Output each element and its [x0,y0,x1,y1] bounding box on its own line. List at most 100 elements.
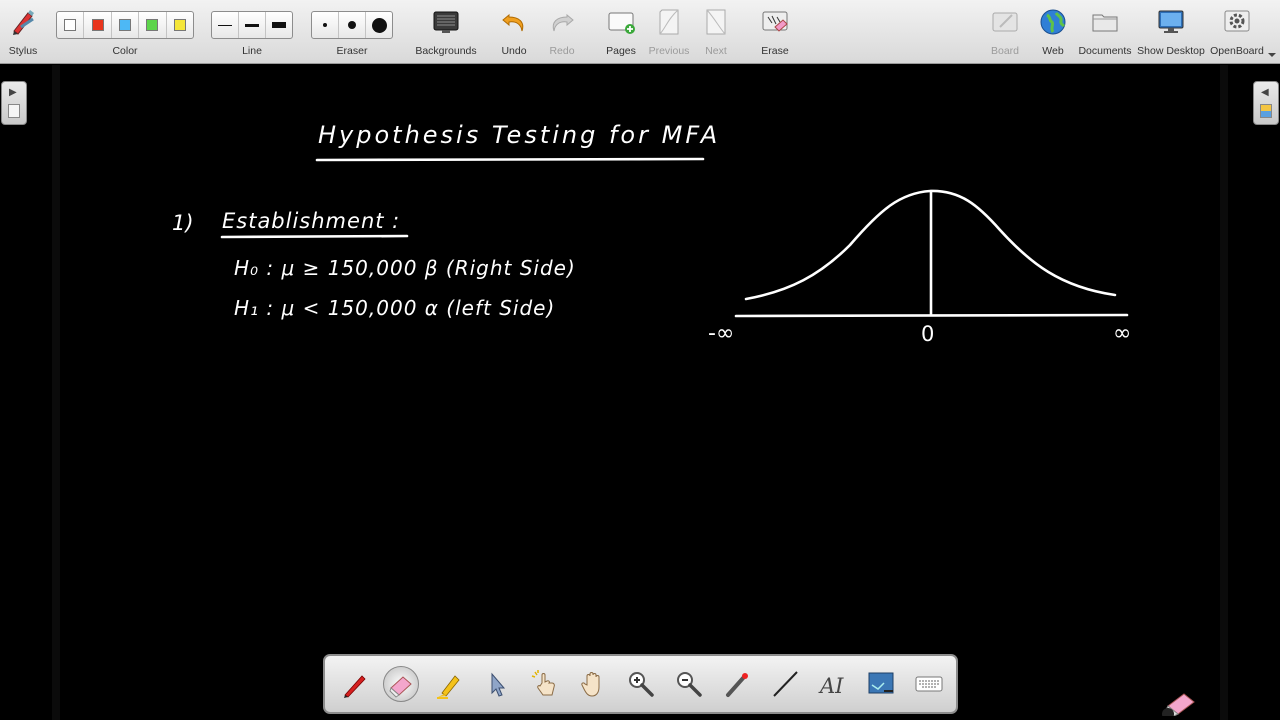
capture-tool-button[interactable] [863,666,899,702]
library-panel-toggle[interactable]: ◀ [1253,81,1279,125]
text-icon: AI [818,674,844,698]
marker-tool-button[interactable] [431,666,467,702]
color-swatch-yellow[interactable] [167,12,193,38]
null-hypothesis: H₀ : μ ≥ 150,000 β (Right Side) [234,256,576,280]
eraser-size-selector [311,11,393,39]
documents-label: Documents [1078,45,1132,57]
board-icon [990,7,1020,37]
virtual-keyboard-tool-button[interactable] [911,666,947,702]
whiteboard-canvas[interactable]: Hypothesis Testing for MFA 1) Establishm… [0,65,1280,720]
color-swatch-red[interactable] [84,12,112,38]
ink-layer [220,157,1129,318]
laser-pointer-tool-button[interactable] [719,666,755,702]
erase-icon [760,7,790,37]
page-navigator-toggle[interactable]: ▶ [1,81,27,125]
alternative-hypothesis: H₁ : μ < 150,000 α (left Side) [234,296,556,320]
eraser-icon [389,676,412,698]
show-desktop-button[interactable]: Show Desktop [1136,4,1206,60]
svg-text:AI: AI [818,674,844,698]
selector-tool-button[interactable] [479,666,515,702]
add-page-icon [606,7,636,37]
screen-capture-icon [868,672,894,694]
page-title: Hypothesis Testing for MFA [318,121,721,149]
color-swatch-blue[interactable] [112,12,140,38]
show-desktop-label: Show Desktop [1137,45,1205,57]
line-medium-button[interactable] [239,12,266,38]
step-number: 1) [172,211,194,235]
erase-label: Erase [761,45,789,57]
zoom-out-icon [677,672,702,697]
interact-tool-button[interactable] [527,666,563,702]
openboard-label: OpenBoard [1210,45,1264,57]
eraser-label: Eraser [336,45,368,57]
zoom-in-tool-button[interactable] [623,666,659,702]
backgrounds-icon [431,7,461,37]
line-thin-button[interactable] [212,12,239,38]
line-width-group: Line [210,4,294,60]
eraser-medium-button[interactable] [339,12,366,38]
monitor-icon [1156,7,1186,37]
line-tool-button[interactable] [767,666,803,702]
expand-right-icon: ▶ [9,87,17,98]
color-swatch-white[interactable] [57,12,85,38]
line-thick-button[interactable] [266,12,292,38]
axis-label-positive-infinity: ∞ [1113,321,1132,346]
zoom-in-icon [629,672,654,697]
line-width-selector [211,11,293,39]
line-icon [773,671,798,697]
redo-button[interactable]: Redo [540,4,584,60]
toolbar-overflow-chevron-icon[interactable] [1268,46,1276,57]
web-button[interactable]: Web [1030,4,1076,60]
erase-button[interactable]: Erase [752,4,798,60]
board-button[interactable]: Board [982,4,1028,60]
main-toolbar: Stylus Color Line Eraser Backgrounds Und… [0,0,1280,64]
pages-button[interactable]: Pages [598,4,644,60]
stylus-label: Stylus [8,45,38,57]
color-swatch-green[interactable] [139,12,167,38]
undo-label: Undo [501,45,527,57]
stylus-palette: AI [323,654,958,714]
pointing-hand-icon [531,670,555,696]
color-label: Color [112,45,138,57]
hand-tool-button[interactable] [575,666,611,702]
laser-pointer-icon [726,673,748,697]
line-label: Line [242,45,262,57]
highlighter-icon [437,675,460,699]
backgrounds-button[interactable]: Backgrounds [412,4,480,60]
web-label: Web [1042,45,1064,57]
arrow-cursor-icon [491,672,506,697]
axis-label-negative-infinity: -∞ [708,321,735,346]
library-icon [1260,104,1272,118]
title-underline [315,157,705,162]
globe-icon [1038,7,1068,37]
eraser-tool-button[interactable] [383,666,419,702]
documents-button[interactable]: Documents [1078,4,1132,60]
backgrounds-label: Backgrounds [415,45,477,57]
previous-page-icon [654,7,684,37]
eraser-small-button[interactable] [312,12,339,38]
stylus-button[interactable]: Stylus [2,4,44,60]
gear-icon [1222,7,1252,37]
step-label: Establishment : [222,209,401,233]
next-page-icon [701,7,731,37]
step-label-underline [220,234,409,239]
eraser-large-button[interactable] [366,12,392,38]
pen-tool-button[interactable] [337,666,373,702]
zoom-out-tool-button[interactable] [671,666,707,702]
next-label: Next [705,45,727,57]
stylus-icon [8,7,38,37]
undo-button[interactable]: Undo [492,4,536,60]
redo-label: Redo [549,45,575,57]
axis-label-zero: 0 [921,322,935,346]
openboard-menu-button[interactable]: OpenBoard [1208,4,1266,60]
pages-label: Pages [606,45,636,57]
previous-page-button[interactable]: Previous [644,4,694,60]
next-page-button[interactable]: Next [694,4,738,60]
pen-icon [344,675,366,698]
undo-icon [499,7,529,37]
redo-icon [547,7,577,37]
page-thumbnail-icon [8,104,20,118]
text-tool-button[interactable]: AI [815,666,851,702]
eraser-size-group: Eraser [310,4,394,60]
previous-label: Previous [648,45,690,57]
